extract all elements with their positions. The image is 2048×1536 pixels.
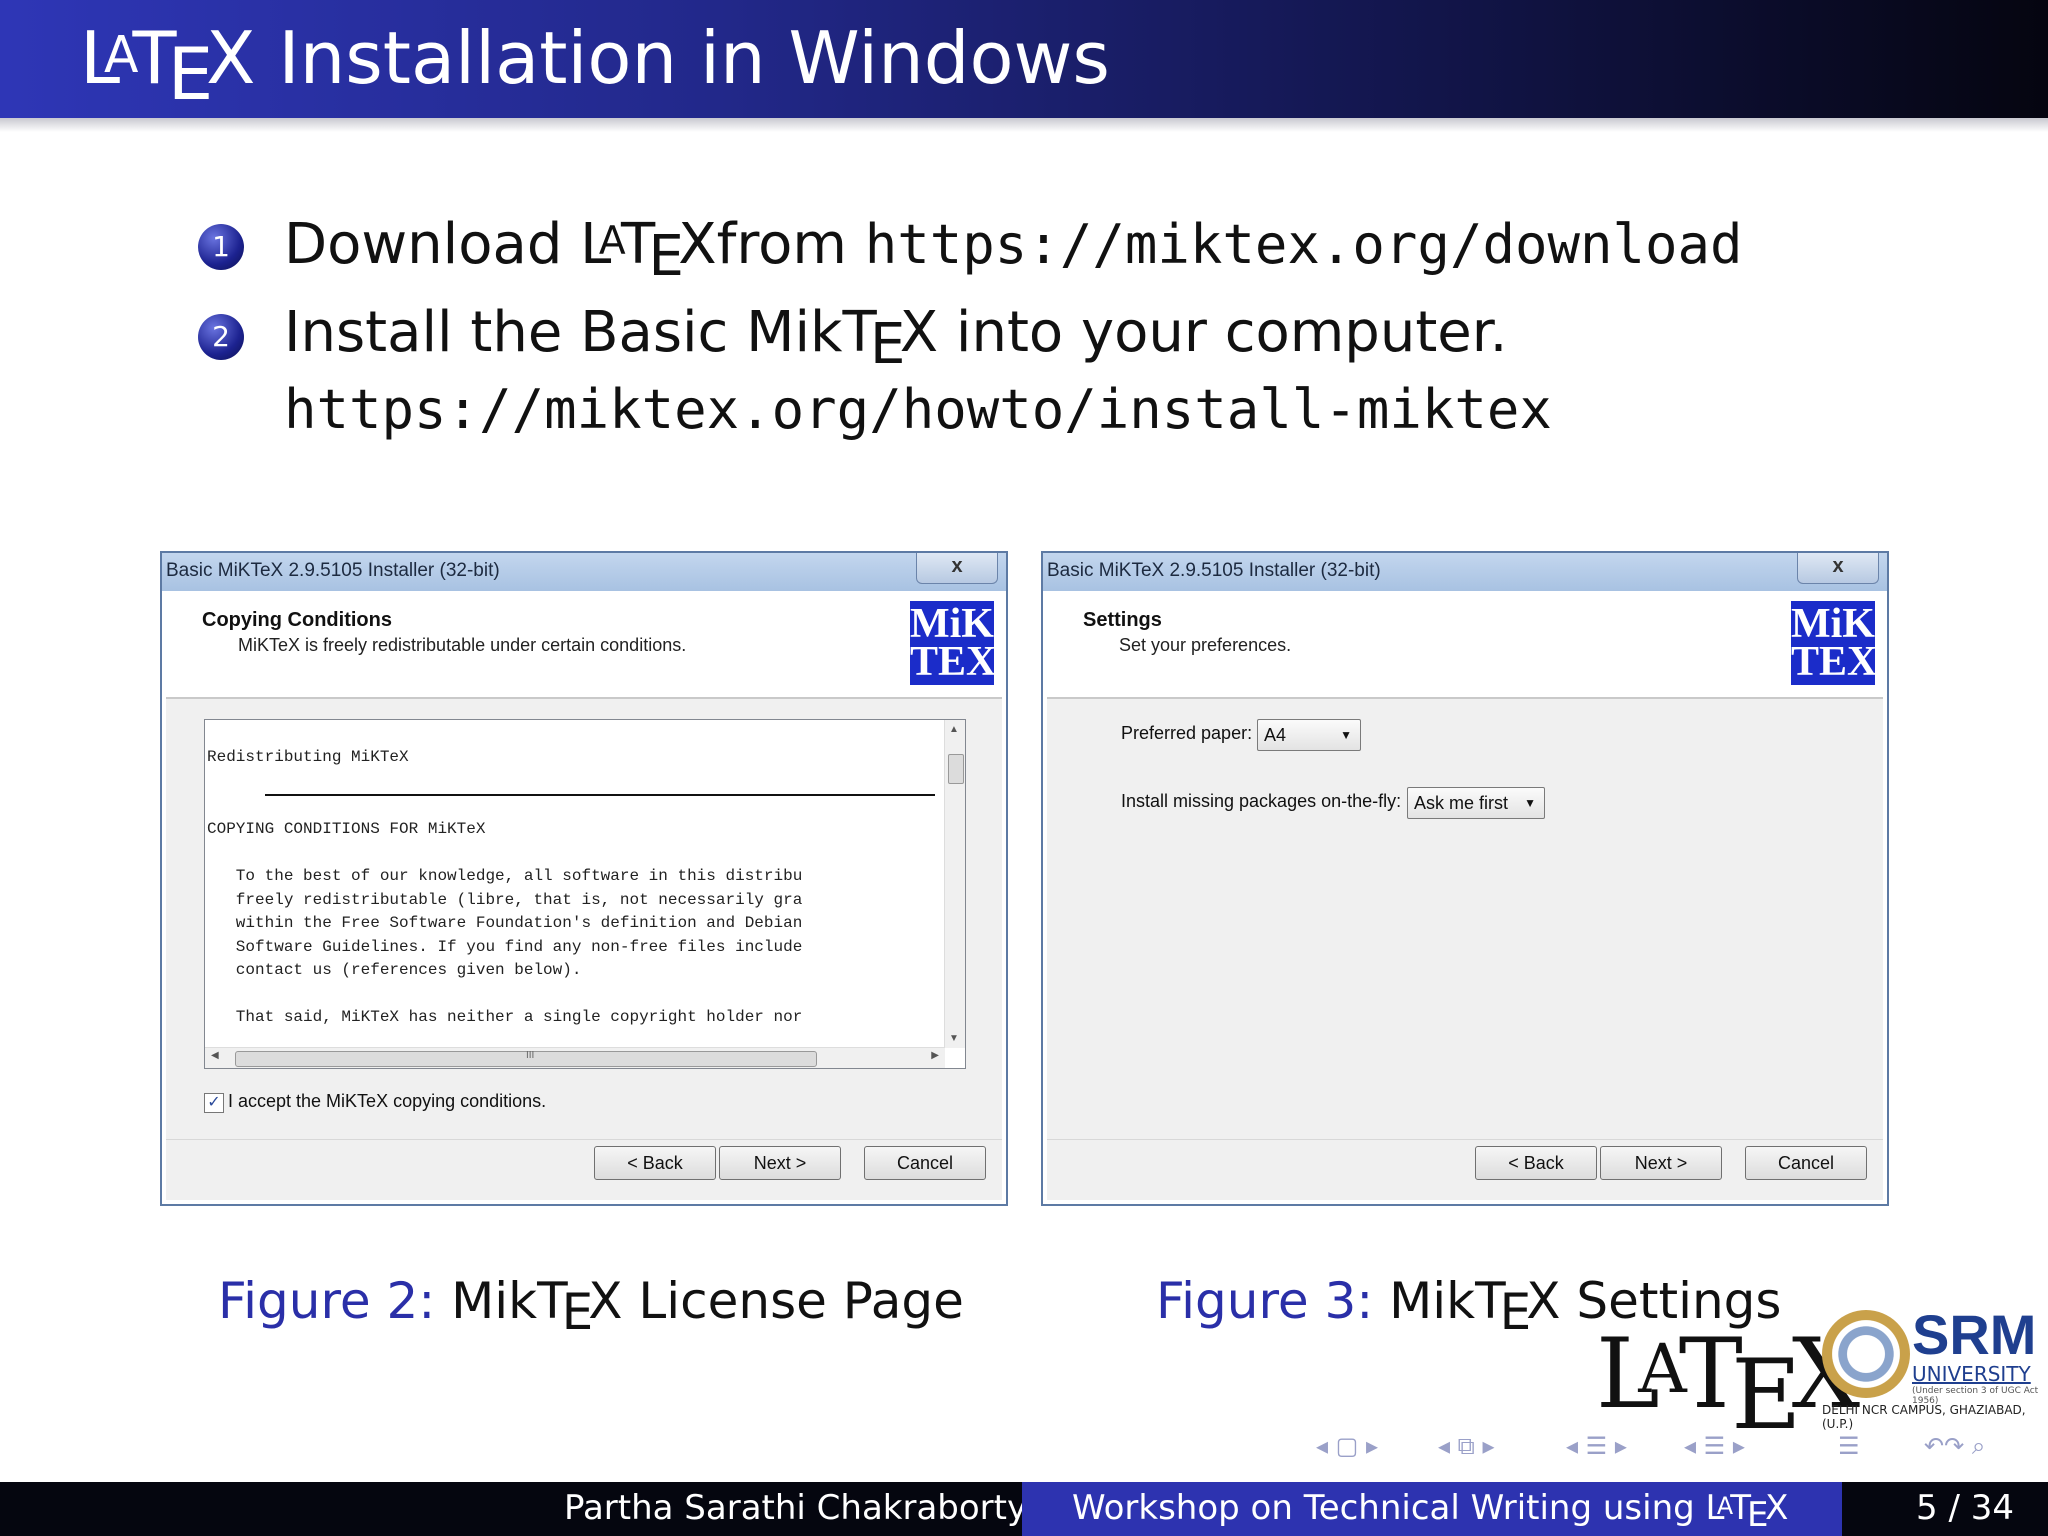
window-body: Redistributing MiKTeX COPYING CONDITIONS… [166, 699, 1002, 1200]
step-number-badge: 1 [198, 224, 244, 270]
installer-window-settings: Basic MiKTeX 2.9.5105 Installer (32-bit)… [1041, 551, 1889, 1206]
tex-e: E [869, 312, 906, 378]
miktex-logo: MiK TEX [910, 601, 997, 685]
title-shadow [0, 118, 2048, 132]
window-title: Basic MiKTeX 2.9.5105 Installer (32-bit) [162, 553, 1006, 591]
vertical-scrollbar[interactable]: ▲ ▼ [944, 720, 965, 1048]
accept-label[interactable]: I accept the MiKTeX copying conditions. [228, 1091, 546, 1112]
chevron-down-icon: ▼ [1340, 728, 1352, 742]
caption-text: X License Page [588, 1272, 964, 1330]
divider [166, 1139, 1002, 1140]
license-text: COPYING CONDITIONS FOR MiKTeX To the bes… [207, 818, 947, 1030]
latex-wordmark: LATEX [80, 16, 256, 116]
install-packages-label: Install missing packages on-the-fly: [1121, 791, 1402, 811]
footer-bar: Partha Sarathi Chakraborty Workshop on T… [0, 1482, 2048, 1536]
nav-subsection-list-icon[interactable]: ◂ ☰ ▸ [1684, 1432, 1745, 1460]
step-text: X into your computer. [899, 300, 1508, 365]
download-link[interactable]: https://miktex.org/download [865, 213, 1743, 276]
license-line: freely redistributable (libre, that is, … [207, 890, 803, 909]
thumb-grip: III [526, 1050, 535, 1061]
chevron-down-icon: ▼ [1524, 796, 1536, 810]
license-heading: Redistributing MiKTeX [207, 748, 409, 766]
nav-section-icon[interactable]: ◂ ☰ ▸ [1566, 1432, 1627, 1460]
accept-checkbox[interactable]: ✓ [204, 1093, 224, 1113]
close-button[interactable]: x [1797, 553, 1879, 584]
nav-search-icon[interactable]: ↶↷ ⌕ [1924, 1432, 1985, 1460]
slide-title-text: Installation in Windows [278, 16, 1110, 100]
scroll-right-icon[interactable]: ▶ [931, 1050, 939, 1061]
window-title: Basic MiKTeX 2.9.5105 Installer (32-bit) [1043, 553, 1887, 591]
license-line: contact us (references given below). [207, 961, 582, 979]
back-button[interactable]: < Back [594, 1146, 716, 1180]
srm-campus-text: DELHI NCR CAMPUS, GHAZIABAD, (U.P.) [1822, 1403, 2026, 1431]
header-title: Copying Conditions [202, 609, 392, 631]
step-number-badge: 2 [198, 314, 244, 360]
figure-label: Figure 3: [1156, 1272, 1374, 1330]
header-title: Settings [1083, 609, 1162, 631]
scroll-left-icon[interactable]: ◀ [211, 1050, 219, 1061]
footer-page-section: 5 / 34 [1842, 1482, 2048, 1536]
close-button[interactable]: x [916, 553, 998, 584]
nav-frame-icon[interactable]: ◂ ▢ ▸ [1316, 1432, 1378, 1460]
window-body: Preferred paper: A4 ▼ Install missing pa… [1047, 699, 1883, 1200]
figure-label: Figure 2: [218, 1272, 436, 1330]
header-subtitle: MiKTeX is freely redistributable under c… [238, 635, 687, 655]
license-line [207, 842, 947, 866]
license-line: COPYING CONDITIONS FOR MiKTeX [207, 820, 486, 838]
srm-university-text: UNIVERSITY [1912, 1362, 2031, 1386]
header-subtitle: Set your preferences. [1119, 635, 1292, 655]
page-number: 5 / 34 [1916, 1488, 2014, 1528]
paper-select[interactable]: A4 ▼ [1257, 719, 1361, 751]
scroll-thumb[interactable]: III [235, 1050, 817, 1067]
caption-text: MikT [1389, 1272, 1506, 1330]
license-line: To the best of our knowledge, all softwa… [207, 867, 803, 885]
tex-e: E [1499, 1283, 1532, 1341]
cancel-button[interactable]: Cancel [864, 1146, 986, 1180]
horizontal-scrollbar[interactable]: ◀ III ▶ [205, 1047, 945, 1068]
tex-e: E [561, 1283, 594, 1341]
paper-label: Preferred paper: [1121, 723, 1253, 743]
scroll-down-icon[interactable]: ▼ [949, 1033, 959, 1044]
license-rule [265, 794, 935, 796]
install-packages-select[interactable]: Ask me first ▼ [1407, 787, 1545, 819]
paper-value: A4 [1264, 725, 1287, 745]
step-text: from [716, 212, 865, 277]
nav-outline-icon[interactable]: ☰ [1838, 1432, 1860, 1460]
license-line: within the Free Software Foundation's de… [207, 914, 803, 932]
scroll-thumb[interactable] [948, 754, 964, 784]
latex-wordmark: LATEX [580, 212, 717, 290]
latex-logo: LATEX [1596, 1318, 1860, 1452]
footer-author: Partha Sarathi Chakraborty [564, 1488, 1028, 1528]
nav-subsection-icon[interactable]: ◂ ⧉ ▸ [1438, 1432, 1495, 1460]
footer-author-section: Partha Sarathi Chakraborty [0, 1482, 1027, 1536]
slide-title-bar: LATEX Installation in Windows [0, 0, 2048, 118]
scroll-up-icon[interactable]: ▲ [949, 724, 959, 735]
install-link[interactable]: https://miktex.org/howto/install-miktex [284, 378, 1552, 441]
srm-logo-text: SRM [1912, 1303, 2037, 1366]
university-seal-icon [1822, 1310, 1910, 1398]
license-line [207, 983, 947, 1007]
step-text: Install the Basic MikT [284, 300, 877, 365]
next-button[interactable]: Next > [719, 1146, 841, 1180]
slide-title: LATEX Installation in Windows [80, 16, 1110, 116]
window-header: Settings Set your preferences. MiK TEX [1047, 593, 1883, 699]
installer-window-license: Basic MiKTeX 2.9.5105 Installer (32-bit)… [160, 551, 1008, 1206]
license-line: Software Guidelines. If you find any non… [207, 937, 803, 956]
figure-2-caption: Figure 2: MikTEX License Page [218, 1272, 964, 1341]
divider [1047, 1139, 1883, 1140]
miktex-logo: MiK TEX [1791, 601, 1878, 685]
install-packages-value: Ask me first [1414, 793, 1509, 813]
license-line: That said, MiKTeX has neither a single c… [207, 1008, 803, 1026]
window-header: Copying Conditions MiKTeX is freely redi… [166, 593, 1002, 699]
caption-text: MikT [451, 1272, 568, 1330]
cancel-button[interactable]: Cancel [1745, 1146, 1867, 1180]
footer-workshop: Workshop on Technical Writing using LATE… [1072, 1488, 1789, 1536]
step-text: Download [284, 212, 581, 277]
next-button[interactable]: Next > [1600, 1146, 1722, 1180]
back-button[interactable]: < Back [1475, 1146, 1597, 1180]
footer-title-section: Workshop on Technical Writing using LATE… [1022, 1482, 1842, 1536]
license-textbox[interactable]: Redistributing MiKTeX COPYING CONDITIONS… [204, 719, 966, 1069]
